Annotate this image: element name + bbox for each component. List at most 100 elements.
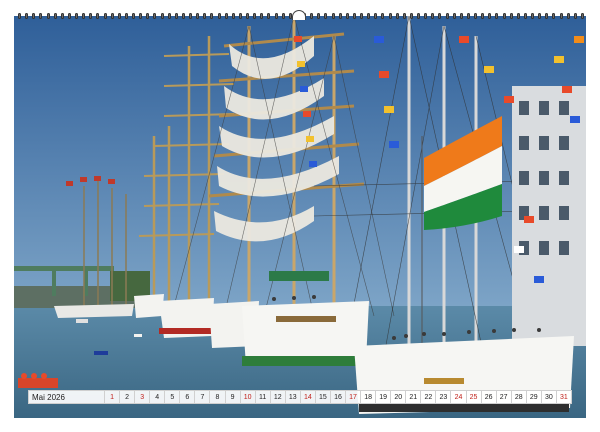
- binding-ring: [324, 13, 328, 19]
- calendar-day: 7: [194, 391, 209, 403]
- calendar-day: 22: [420, 391, 435, 403]
- binding-ring: [110, 13, 114, 19]
- binding-ring: [388, 13, 392, 19]
- calendar-day: 13: [284, 391, 300, 403]
- hull-1: [134, 294, 164, 318]
- binding-ring: [481, 13, 485, 19]
- calendar-day: 14: [299, 391, 315, 403]
- far-ship-hull: [54, 304, 134, 318]
- binding-ring: [75, 13, 78, 19]
- binding-ring: [531, 13, 534, 19]
- binding-ring: [167, 13, 171, 19]
- binding-ring: [345, 13, 349, 19]
- binding-ring: [203, 13, 207, 19]
- binding-ring: [189, 13, 192, 19]
- binding-ring: [146, 13, 150, 19]
- calendar-day: 1: [104, 391, 119, 403]
- binding-ring: [352, 13, 356, 19]
- binding-ring: [523, 13, 527, 19]
- binding-ring: [67, 13, 71, 19]
- binding-ring: [174, 13, 178, 19]
- binding-ring: [459, 13, 463, 19]
- calendar-day: 24: [450, 391, 465, 403]
- binding-ring: [317, 13, 321, 19]
- calendar-day: 18: [360, 391, 375, 403]
- binding-ring: [509, 13, 513, 19]
- binding-ring: [424, 13, 428, 19]
- binding-ring: [495, 13, 499, 19]
- binding-ring: [310, 13, 314, 19]
- calendar-day: 29: [525, 391, 541, 403]
- binding-ring: [246, 13, 249, 19]
- day-row: 1 2 3 4 5 6 7 8 9 10 11 12 13 14 15 16 17 18 19 20 21 22 23 24 2…: [104, 391, 571, 403]
- center-hull-stripe: [276, 316, 336, 322]
- calendar-day: 21: [405, 391, 420, 403]
- hanger-hook: [292, 10, 306, 20]
- binding-ring: [438, 13, 442, 19]
- binding-ring: [274, 13, 278, 19]
- binding-ring: [452, 13, 456, 19]
- binding-ring: [96, 13, 100, 19]
- binding-ring: [431, 13, 435, 19]
- binding-ring: [502, 13, 506, 19]
- binding-ring: [545, 13, 549, 19]
- binding-ring: [132, 13, 135, 19]
- binding-ring: [89, 13, 93, 19]
- month-label: Mai 2026: [32, 392, 65, 402]
- binding-ring: [402, 13, 406, 19]
- binding-ring: [367, 13, 371, 19]
- binding-ring: [559, 13, 563, 19]
- right-hull-waterline: [359, 404, 569, 412]
- calendar-day: 12: [269, 391, 285, 403]
- calendar-strip: Mai 2026 1 2 3 4 5 6 7 8 9 10 11 12 13 14 15 16 17 18 19 20…: [28, 390, 572, 404]
- calendar-day: 4: [149, 391, 164, 403]
- calendar-day: 2: [119, 391, 134, 403]
- center-hull-waterline: [242, 356, 369, 366]
- binding-ring: [552, 13, 556, 19]
- binding-ring: [18, 13, 21, 19]
- calendar-day: 11: [254, 391, 270, 403]
- binding-ring: [445, 13, 449, 19]
- binding-ring: [516, 13, 520, 19]
- binding-ring: [580, 13, 584, 19]
- calendar-day: 6: [179, 391, 194, 403]
- binding-ring: [417, 13, 420, 19]
- calendar-day: 15: [314, 391, 330, 403]
- calendar-day: 30: [540, 391, 556, 403]
- binding-ring: [181, 13, 185, 19]
- binding-ring: [488, 13, 492, 19]
- binding-ring: [60, 13, 64, 19]
- binding-ring: [153, 13, 157, 19]
- binding-ring: [124, 13, 128, 19]
- binding-ring: [395, 13, 399, 19]
- calendar-day: 16: [329, 391, 345, 403]
- binding-ring: [573, 13, 577, 19]
- bridge: [14, 266, 114, 271]
- binding-ring: [103, 13, 107, 19]
- binding-ring: [260, 13, 264, 19]
- binding-ring: [39, 13, 43, 19]
- binding-ring: [338, 13, 342, 19]
- binding-ring: [117, 13, 121, 19]
- binding-ring: [474, 13, 477, 19]
- calendar-day: 26: [480, 391, 496, 403]
- calendar-day: 25: [465, 391, 481, 403]
- calendar-day: 17: [345, 391, 360, 403]
- binding-ring: [139, 13, 143, 19]
- binding-ring: [224, 13, 228, 19]
- binding-ring: [238, 13, 242, 19]
- calendar-day: 31: [555, 391, 571, 403]
- binding-ring: [360, 13, 363, 19]
- calendar-day: 9: [224, 391, 240, 403]
- binding-ring: [231, 13, 235, 19]
- calendar-day: 20: [390, 391, 405, 403]
- calendar-day: 19: [375, 391, 390, 403]
- binding-ring: [381, 13, 385, 19]
- calendar-page: Mai 2026 1 2 3 4 5 6 7 8 9 10 11 12 13 14 15 16 17 18 19 20…: [0, 0, 600, 432]
- calendar-day: 27: [495, 391, 511, 403]
- right-hull-nameplate: [424, 378, 464, 384]
- calendar-day: 23: [435, 391, 450, 403]
- calendar-day: 3: [134, 391, 149, 403]
- binding-ring: [217, 13, 221, 19]
- binding-ring: [374, 13, 378, 19]
